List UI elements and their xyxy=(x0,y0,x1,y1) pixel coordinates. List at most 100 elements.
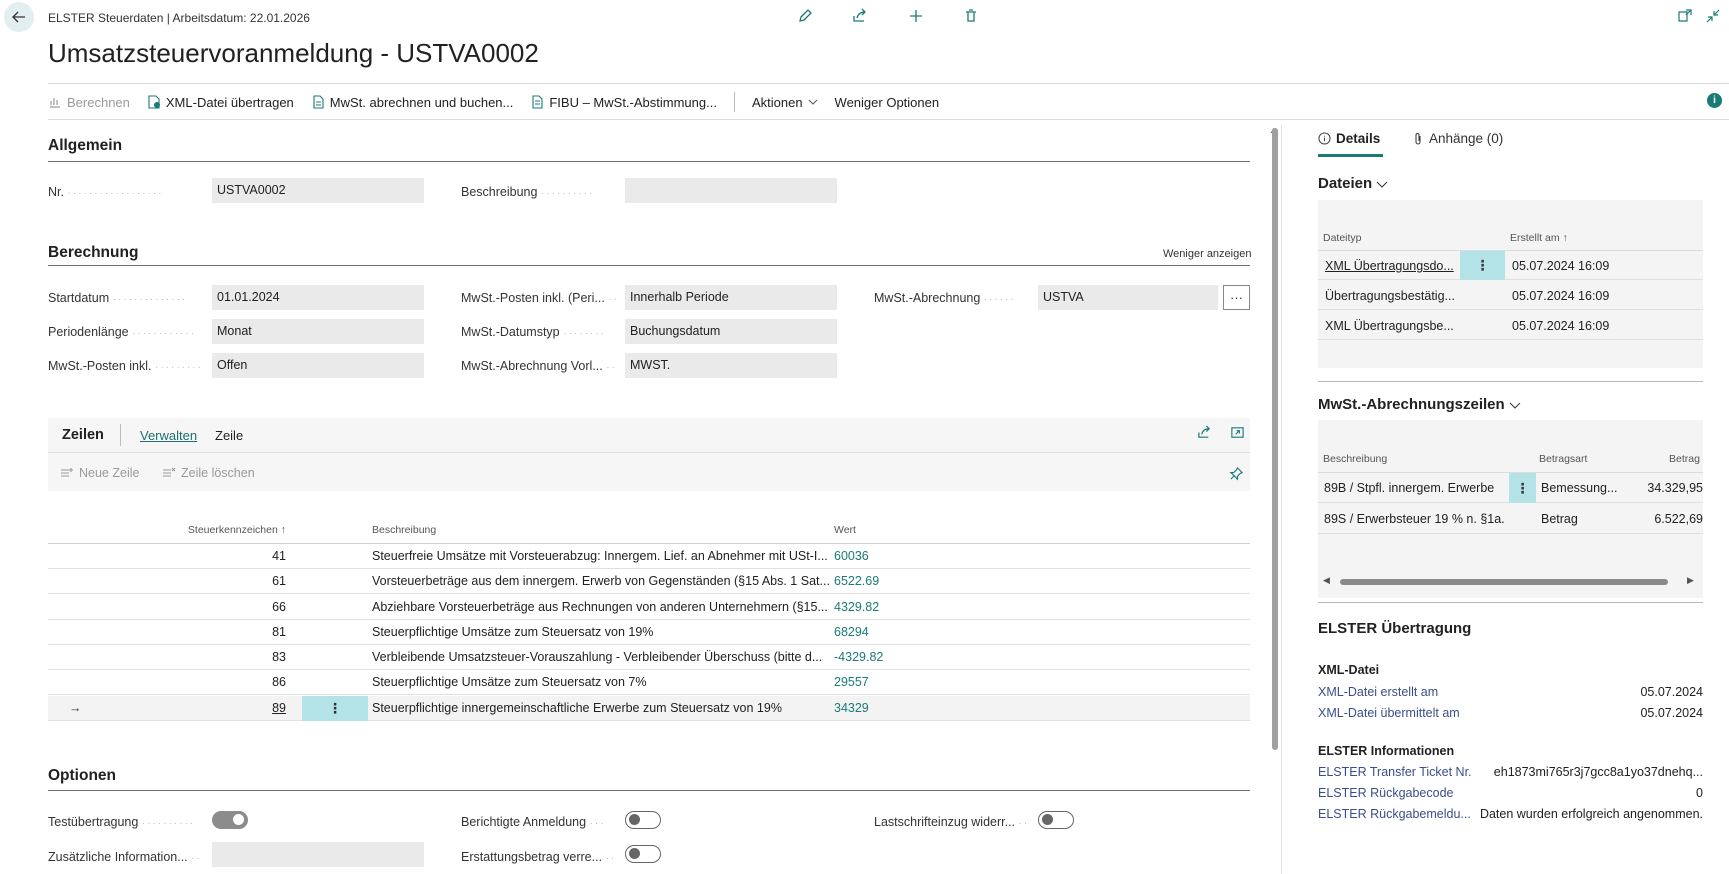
periodenlaenge-field[interactable]: Monat xyxy=(212,319,424,344)
row-value[interactable]: 68294 xyxy=(834,625,869,639)
post-document-icon xyxy=(313,95,324,109)
row-value[interactable]: -4329.82 xyxy=(834,650,883,664)
row-value[interactable]: 34329 xyxy=(834,701,869,715)
beschreibung-field[interactable] xyxy=(625,178,837,203)
tab-details[interactable]: Details xyxy=(1318,131,1380,146)
abrechnung-field[interactable]: USTVA xyxy=(1038,285,1218,310)
berechnen-button[interactable]: Berechnen xyxy=(48,95,130,110)
section-berechnung[interactable]: Berechnung xyxy=(48,244,138,262)
col-betrag[interactable]: Betrag xyxy=(1669,453,1700,465)
row-value[interactable]: 6522.69 xyxy=(834,574,879,588)
col-erstellt[interactable]: Erstellt am ↑ xyxy=(1510,232,1568,244)
tab-anhaenge[interactable]: Anhänge (0) xyxy=(1412,131,1503,146)
col-betragsart[interactable]: Betragsart xyxy=(1539,453,1587,465)
xml-transfer-icon xyxy=(148,95,160,109)
table-row[interactable]: 61 Vorsteuerbeträge aus dem innergem. Er… xyxy=(48,569,1250,594)
dateien-row[interactable]: XML Übertragungsbe... 05.07.2024 16:09 xyxy=(1318,311,1703,340)
posten-peri-field[interactable]: Innerhalb Periode xyxy=(625,285,837,310)
dateien-header[interactable]: Dateien xyxy=(1318,175,1388,192)
fibu-abstimmung-button[interactable]: FIBU – MwSt.-Abstimmung... xyxy=(530,95,717,110)
table-row[interactable]: 81 Steuerpflichtige Umsätze zum Steuersa… xyxy=(48,620,1250,645)
row-description: Steuerfreie Umsätze mit Vorsteuerabzug: … xyxy=(372,549,828,563)
main-scrollbar[interactable] xyxy=(1272,128,1278,750)
paperclip-icon xyxy=(1415,132,1421,144)
elster-title: ELSTER Übertragung xyxy=(1318,620,1472,637)
zeile-loeschen-button[interactable]: Zeile löschen xyxy=(162,466,255,480)
table-row[interactable]: 41 Steuerfreie Umsätze mit Vorsteuerabzu… xyxy=(48,544,1250,569)
col-steuerkennzeichen[interactable]: Steuerkennzeichen ↑ xyxy=(48,524,286,536)
nr-field[interactable]: USTVA0002 xyxy=(212,178,424,203)
row-description: Abziehbare Vorsteuerbeträge aus Rechnung… xyxy=(372,600,828,614)
tab-zeile[interactable]: Zeile xyxy=(215,428,243,443)
delete-icon[interactable] xyxy=(961,6,981,26)
erstattung-toggle[interactable] xyxy=(625,845,661,863)
abrechnung-row[interactable]: 89B / Stpfl. innergem. Erwerbe ... ⋮ Bem… xyxy=(1318,473,1703,503)
row-code: 81 xyxy=(272,625,286,639)
aktionen-menu[interactable]: Aktionen xyxy=(752,95,818,110)
report-icon xyxy=(532,95,543,109)
row-menu-button[interactable]: ⋮ xyxy=(1460,251,1505,280)
posten-inkl-field[interactable]: Offen xyxy=(212,353,424,378)
startdatum-field[interactable]: 01.01.2024 xyxy=(212,285,424,310)
zusaetzliche-field[interactable] xyxy=(212,842,424,867)
info-icon[interactable]: i xyxy=(1707,93,1722,108)
collapse-icon[interactable] xyxy=(1703,6,1723,26)
row-value[interactable]: 4329.82 xyxy=(834,600,879,614)
expand-icon[interactable] xyxy=(1230,425,1245,443)
col-beschreibung[interactable]: Beschreibung xyxy=(1323,453,1387,465)
scroll-right-icon[interactable]: ▶ xyxy=(1687,575,1694,586)
row-code: 41 xyxy=(272,549,286,563)
tab-verwalten[interactable]: Verwalten xyxy=(140,428,197,443)
abrechnung-vorl-field[interactable]: MWST. xyxy=(625,353,837,378)
abrechnung-row[interactable]: 89S / Erwerbsteuer 19 % n. §1a... Betrag… xyxy=(1318,504,1703,534)
xml-uebertragen-button[interactable]: XML-Datei übertragen xyxy=(147,95,294,110)
table-row-selected[interactable]: → 89 ⋮ Steuerpflichtige innergemeinschaf… xyxy=(48,696,1250,721)
elster-info-title: ELSTER Informationen xyxy=(1318,744,1455,758)
edit-icon[interactable] xyxy=(795,6,815,26)
share-icon[interactable] xyxy=(1197,425,1212,443)
horizontal-scrollbar[interactable] xyxy=(1340,579,1668,585)
share-icon[interactable] xyxy=(850,6,870,26)
row-menu-button[interactable]: ⋮ xyxy=(1509,473,1536,503)
weniger-anzeigen-link[interactable]: Weniger anzeigen xyxy=(1163,248,1251,260)
zeilen-title[interactable]: Zeilen xyxy=(62,427,104,443)
col-wert[interactable]: Wert xyxy=(834,524,856,536)
col-dateityp[interactable]: Dateityp xyxy=(1323,232,1362,244)
breadcrumb: ELSTER Steuerdaten | Arbeitsdatum: 22.01… xyxy=(48,11,310,25)
add-icon[interactable] xyxy=(906,6,926,26)
neue-zeile-button[interactable]: Neue Zeile xyxy=(60,466,139,480)
arrow-left-icon xyxy=(12,11,25,23)
back-button[interactable] xyxy=(4,2,34,32)
xml-uebermittelt-label: XML-Datei übermittelt am xyxy=(1318,706,1460,720)
section-optionen[interactable]: Optionen xyxy=(48,767,116,785)
row-value[interactable]: 60036 xyxy=(834,549,869,563)
lastschrift-toggle[interactable] xyxy=(1038,811,1074,829)
table-row[interactable]: 86 Steuerpflichtige Umsätze zum Steuersa… xyxy=(48,670,1250,695)
xml-erstellt-value: 05.07.2024 xyxy=(1640,685,1703,699)
section-allgemein[interactable]: Allgemein xyxy=(48,137,122,155)
berichtigte-toggle[interactable] xyxy=(625,811,661,829)
datumstyp-field[interactable]: Buchungsdatum xyxy=(625,319,837,344)
row-value[interactable]: 29557 xyxy=(834,675,869,689)
col-beschreibung[interactable]: Beschreibung xyxy=(372,524,436,536)
table-row[interactable]: 66 Abziehbare Vorsteuerbeträge aus Rechn… xyxy=(48,595,1250,620)
row-menu-button[interactable]: ⋮ xyxy=(302,696,368,721)
weniger-optionen-button[interactable]: Weniger Optionen xyxy=(835,95,940,110)
testuebertragung-label: Testübertragung ·········· xyxy=(48,815,196,829)
abrechnungszeilen-header[interactable]: MwSt.-Abrechnungszeilen xyxy=(1318,396,1521,413)
xml-datei-title: XML-Datei xyxy=(1318,663,1380,677)
dateien-row[interactable]: Übertragungsbestätig... 05.07.2024 16:09 xyxy=(1318,281,1703,310)
row-code[interactable]: 89 xyxy=(48,701,286,715)
rueckgabecode-value: 0 xyxy=(1696,786,1703,800)
mwst-abrechnen-button[interactable]: MwSt. abrechnen und buchen... xyxy=(311,95,513,110)
scroll-left-icon[interactable]: ◀ xyxy=(1323,575,1330,586)
posten-inkl-label: MwSt.-Posten inkl. ········· xyxy=(48,359,203,373)
lookup-button[interactable]: ··· xyxy=(1223,285,1250,310)
table-row[interactable]: 83 Verbleibende Umsatzsteuer-Vorauszahlu… xyxy=(48,645,1250,670)
page-title: Umsatzsteuervoranmeldung - USTVA0002 xyxy=(48,38,539,68)
testuebertragung-toggle[interactable] xyxy=(212,811,248,829)
dateien-row[interactable]: XML Übertragungsdo... ⋮ 05.07.2024 16:09 xyxy=(1318,251,1703,280)
beschreibung-label: Beschreibung ·········· xyxy=(461,185,595,199)
pin-icon[interactable] xyxy=(1229,466,1244,484)
open-new-window-icon[interactable] xyxy=(1675,6,1695,26)
